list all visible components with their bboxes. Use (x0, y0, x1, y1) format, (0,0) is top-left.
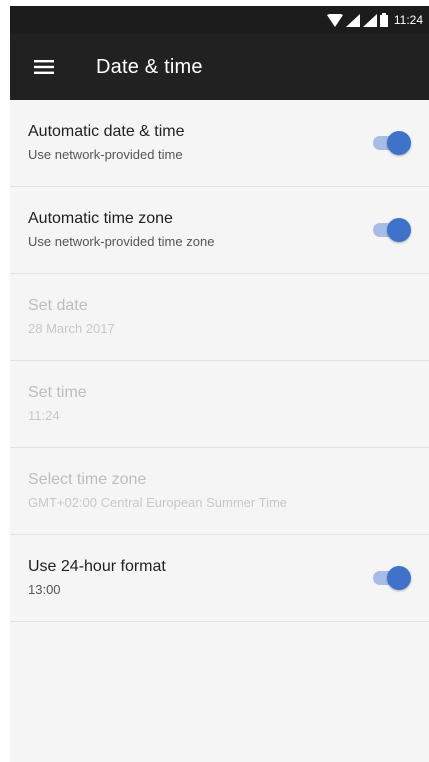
setting-title: Set time (28, 384, 87, 401)
use-24-hour-format-toggle[interactable] (371, 565, 411, 591)
setting-summary: 11:24 (28, 408, 60, 423)
setting-use-24-hour-format[interactable]: Use 24-hour format 13:00 (10, 535, 429, 622)
automatic-time-zone-toggle[interactable] (371, 217, 411, 243)
switch-thumb (387, 218, 411, 242)
wifi-icon (326, 13, 343, 27)
page-title: Date & time (96, 55, 203, 78)
setting-text: Set time 11:24 (28, 383, 411, 425)
setting-text: Automatic time zone Use network-provided… (28, 209, 371, 251)
setting-summary: Use network-provided time zone (28, 234, 215, 249)
switch-thumb (387, 131, 411, 155)
switch-thumb (387, 566, 411, 590)
setting-summary: Use network-provided time (28, 147, 183, 162)
setting-summary: 28 March 2017 (28, 321, 115, 336)
settings-list: Automatic date & time Use network-provid… (10, 100, 429, 622)
setting-summary: GMT+02:00 Central European Summer Time (28, 495, 288, 510)
setting-set-date: Set date 28 March 2017 (10, 274, 429, 361)
menu-button[interactable] (10, 34, 74, 100)
setting-automatic-time-zone[interactable]: Automatic time zone Use network-provided… (10, 187, 429, 274)
signal-icon (345, 13, 360, 27)
app-bar: Date & time (10, 34, 429, 100)
status-time: 11:24 (393, 13, 423, 27)
signal-icon (362, 13, 377, 27)
setting-text: Use 24-hour format 13:00 (28, 557, 371, 599)
device-screen: 11:24 Date & time Automatic date & time … (10, 6, 429, 762)
setting-automatic-date-time[interactable]: Automatic date & time Use network-provid… (10, 100, 429, 187)
setting-title: Automatic date & time (28, 123, 185, 140)
automatic-date-time-toggle[interactable] (371, 130, 411, 156)
setting-text: Select time zone GMT+02:00 Central Europ… (28, 470, 411, 512)
setting-title: Automatic time zone (28, 210, 173, 227)
status-icons (326, 13, 388, 27)
setting-title: Select time zone (28, 471, 147, 488)
setting-title: Use 24-hour format (28, 558, 166, 575)
setting-select-time-zone: Select time zone GMT+02:00 Central Europ… (10, 448, 429, 535)
status-bar: 11:24 (10, 6, 429, 34)
menu-icon (34, 60, 54, 74)
setting-summary: 13:00 (28, 582, 61, 597)
setting-set-time: Set time 11:24 (10, 361, 429, 448)
setting-title: Set date (28, 297, 88, 314)
setting-text: Automatic date & time Use network-provid… (28, 122, 371, 164)
setting-text: Set date 28 March 2017 (28, 296, 411, 338)
battery-icon (379, 13, 388, 27)
